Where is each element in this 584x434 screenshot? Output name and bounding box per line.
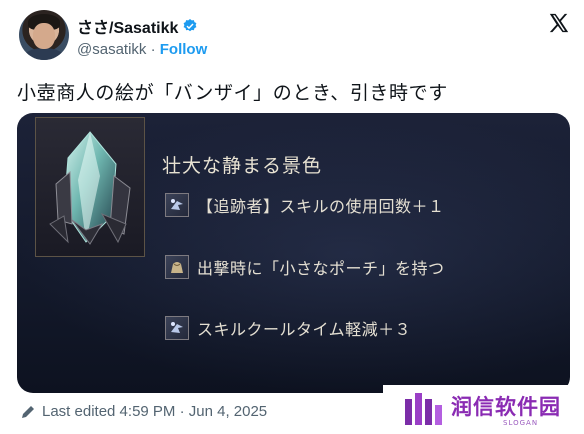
handle[interactable]: @sasatikk — [77, 41, 146, 58]
author-name[interactable]: ささ/Sasatikk — [77, 14, 198, 38]
effect-text: 【追跡者】スキルの使用回数＋１ — [197, 197, 445, 216]
tweet-media[interactable]: 壮大な静まる景色 【追跡者】スキルの使用回数＋１ 出撃時に「小さなポーチ」を持つ… — [17, 113, 570, 393]
pencil-icon — [22, 405, 34, 418]
effect-text: 出撃時に「小さなポーチ」を持つ — [197, 259, 445, 278]
skill-icon — [165, 316, 189, 340]
watermark: 润信软件园 SLOGAN — [383, 385, 584, 434]
skill-title: 壮大な静まる景色 — [162, 155, 323, 177]
handle-row: @sasatikk · Follow — [77, 41, 207, 58]
follow-button[interactable]: Follow — [160, 41, 208, 58]
effect-row: 【追跡者】スキルの使用回数＋１ — [165, 193, 445, 217]
effect-row: 出撃時に「小さなポーチ」を持つ — [165, 255, 445, 279]
effect-row: スキルクールタイム軽減＋３ — [165, 316, 411, 340]
edited-footer[interactable]: Last edited 4:59 PM · Jun 4, 2025 — [20, 403, 267, 420]
verified-badge-icon — [183, 19, 197, 32]
tweet-text: 小壺商人の絵が「バンザイ」のとき、引き時です — [17, 82, 448, 104]
watermark-text: 润信软件园 — [451, 395, 561, 419]
crystal-image — [35, 117, 145, 257]
edited-label[interactable]: Last edited 4:59 PM · Jun 4, 2025 — [42, 403, 267, 420]
watermark-slogan: SLOGAN — [503, 419, 539, 427]
pouch-icon — [165, 255, 189, 279]
display-name[interactable]: ささ/Sasatikk — [77, 14, 178, 38]
avatar[interactable] — [19, 10, 69, 60]
skill-icon — [165, 193, 189, 217]
crystal-icon — [49, 131, 131, 245]
x-logo-icon[interactable] — [548, 12, 570, 34]
watermark-logo-icon — [405, 393, 442, 425]
effect-text: スキルクールタイム軽減＋３ — [197, 320, 412, 339]
separator: · — [150, 41, 156, 58]
